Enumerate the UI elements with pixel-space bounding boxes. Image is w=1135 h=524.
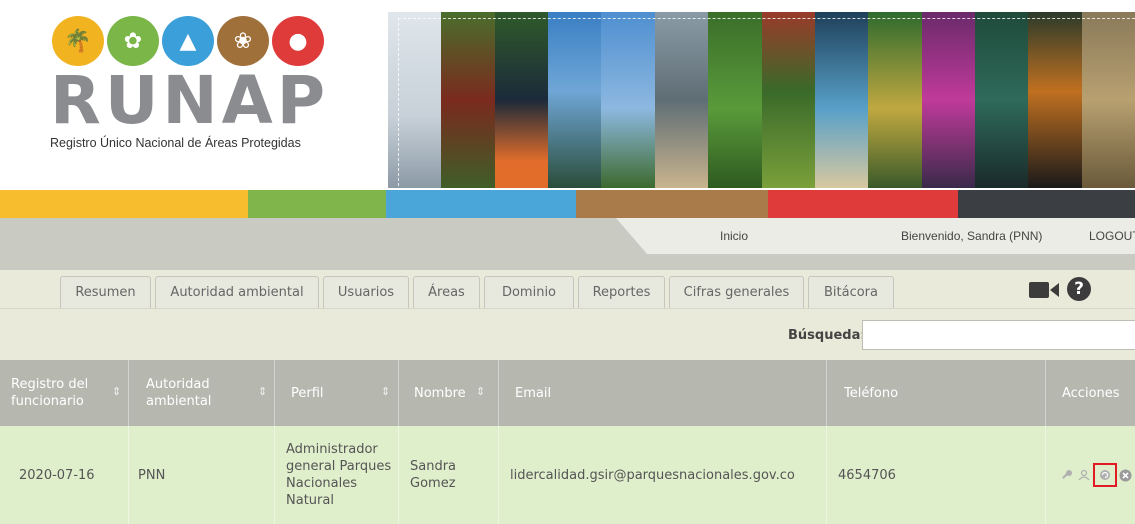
search-label: Búsqueda: <box>788 328 866 343</box>
nav-logout-link[interactable]: LOGOUT <box>1089 229 1135 243</box>
page: 🌴 ✿ ▲ ❀ ● RUNAP Registro Único Nacional … <box>0 0 1135 524</box>
header-divider <box>826 360 827 426</box>
video-camera-icon[interactable] <box>1029 280 1059 300</box>
leaf-icon: ✿ <box>107 16 159 66</box>
sort-icon[interactable]: ⇕ <box>258 385 267 398</box>
question-circle-icon[interactable]: ? <box>1067 277 1091 301</box>
sort-icon[interactable]: ⇕ <box>476 385 485 398</box>
col-header-perfil[interactable]: Perfil <box>291 360 351 426</box>
top-nav-panel <box>616 218 1135 254</box>
tab-resumen[interactable]: Resumen <box>60 276 151 308</box>
cell-email: lidercalidad.gsir@parquesnacionales.gov.… <box>510 467 795 483</box>
tab-bitacora[interactable]: Bitácora <box>808 276 894 308</box>
nav-home-link[interactable]: Inicio <box>720 229 748 243</box>
nav-welcome-text: Bienvenido, Sandra (PNN) <box>901 229 1043 243</box>
cell-date: 2020-07-16 <box>19 467 95 483</box>
tabs-divider <box>0 308 1135 309</box>
col-header-registro[interactable]: Registro del funcionario <box>11 360 101 426</box>
nature-banner <box>388 12 1135 188</box>
sort-icon[interactable]: ⇕ <box>381 385 390 398</box>
delete-icon[interactable] <box>1118 468 1132 482</box>
logo-icons: 🌴 ✿ ▲ ❀ ● <box>52 16 358 66</box>
cell-profile: Administrador general Parques Nacionales… <box>286 442 392 508</box>
header-divider <box>498 360 499 426</box>
mountain-icon: ▲ <box>162 16 214 66</box>
row-divider <box>128 426 129 524</box>
tab-usuarios[interactable]: Usuarios <box>323 276 409 308</box>
cell-name: Sandra Gomez <box>410 459 457 491</box>
sort-icon[interactable]: ⇕ <box>112 385 121 398</box>
col-header-autoridad[interactable]: Autoridad ambiental <box>146 360 236 426</box>
row-divider <box>498 426 499 524</box>
logo-wordmark: RUNAP <box>50 62 330 139</box>
header-divider <box>398 360 399 426</box>
tab-dominio[interactable]: Dominio <box>484 276 574 308</box>
header-divider <box>274 360 275 426</box>
search-input[interactable] <box>862 320 1135 350</box>
runap-logo[interactable]: 🌴 ✿ ▲ ❀ ● RUNAP Registro Único Nacional … <box>48 16 358 166</box>
tab-reportes[interactable]: Reportes <box>578 276 665 308</box>
col-header-telefono: Teléfono <box>844 385 899 401</box>
col-header-acciones: Acciones <box>1062 385 1120 401</box>
col-header-nombre[interactable]: Nombre <box>414 360 474 426</box>
tab-autoridad-ambiental[interactable]: Autoridad ambiental <box>155 276 319 308</box>
row-divider <box>1045 426 1046 524</box>
grass-icon: ❀ <box>217 16 269 66</box>
cell-authority: PNN <box>138 467 166 483</box>
col-header-email: Email <box>515 385 552 401</box>
color-bar <box>0 190 1135 218</box>
user-icon[interactable] <box>1077 468 1091 482</box>
palm-tree-icon: 🌴 <box>52 16 104 66</box>
header-divider <box>1045 360 1046 426</box>
key-icon[interactable] <box>1060 468 1074 482</box>
row-divider <box>274 426 275 524</box>
tab-areas[interactable]: Áreas <box>413 276 480 308</box>
cell-phone: 4654706 <box>838 467 896 483</box>
highlight-box <box>1093 463 1117 487</box>
header-divider <box>128 360 129 426</box>
tab-cifras-generales[interactable]: Cifras generales <box>669 276 804 308</box>
row-divider <box>826 426 827 524</box>
bear-icon: ● <box>272 16 324 66</box>
row-divider <box>398 426 399 524</box>
